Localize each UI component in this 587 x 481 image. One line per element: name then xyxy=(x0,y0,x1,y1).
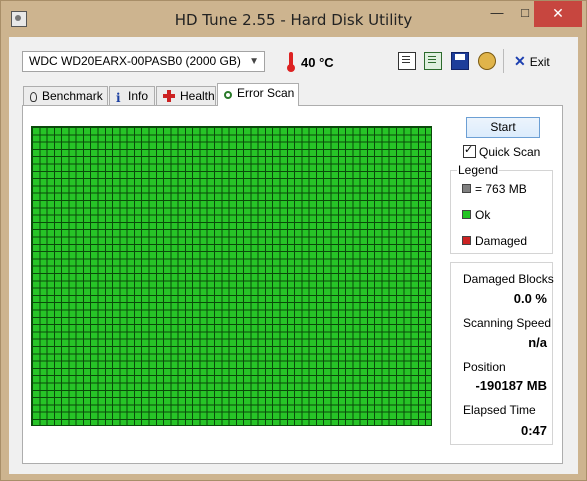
tab-error-scan-label: Error Scan xyxy=(237,86,295,100)
exit-icon: ✕ xyxy=(514,53,526,69)
exit-label: Exit xyxy=(529,55,550,69)
scan-block-grid xyxy=(31,126,432,426)
damaged-blocks-value: 0.0 % xyxy=(513,291,547,306)
start-button[interactable]: Start xyxy=(466,117,540,138)
stats-group xyxy=(450,262,553,445)
legend-label: Ok xyxy=(475,208,491,222)
tab-benchmark[interactable]: Benchmark xyxy=(23,86,108,106)
damaged-blocks-label: Damaged Blocks xyxy=(463,272,554,286)
options-icon[interactable] xyxy=(478,52,496,70)
thermometer-icon xyxy=(287,52,295,72)
exit-button[interactable]: ✕ Exit xyxy=(514,53,550,71)
elapsed-time-value: 0:47 xyxy=(520,423,547,438)
drive-select[interactable]: WDC WD20EARX-00PASB0 (2000 GB) ▼ xyxy=(22,51,265,72)
legend-label: Damaged xyxy=(475,234,528,248)
title-bar[interactable]: HD Tune 2.55 - Hard Disk Utility — □ ✕ xyxy=(1,1,586,37)
tab-info-label: Info xyxy=(128,89,149,103)
tab-info[interactable]: i Info xyxy=(109,86,155,106)
legend-item-damaged: Damaged xyxy=(462,234,527,248)
close-button[interactable]: ✕ xyxy=(534,1,582,27)
legend-item-block-size: = 763 MB xyxy=(462,182,527,196)
health-cross-icon xyxy=(163,90,175,102)
tab-health-label: Health xyxy=(180,89,215,103)
elapsed-time-label: Elapsed Time xyxy=(463,403,536,417)
temperature-readout: 40 °C xyxy=(301,55,334,70)
copy-screenshot-icon[interactable] xyxy=(424,52,442,70)
tab-error-scan[interactable]: Error Scan xyxy=(217,83,299,106)
magnifier-icon xyxy=(224,91,232,99)
quick-scan-label: Quick Scan xyxy=(479,145,541,159)
scanning-speed-value: n/a xyxy=(528,335,547,350)
drive-select-value: WDC WD20EARX-00PASB0 (2000 GB) xyxy=(29,54,241,68)
tab-health[interactable]: Health xyxy=(156,86,216,106)
legend-label: = 763 MB xyxy=(475,182,527,196)
tab-benchmark-label: Benchmark xyxy=(42,89,103,103)
info-icon: i xyxy=(116,91,121,105)
toolbar-separator xyxy=(503,49,504,73)
gray-swatch-icon xyxy=(462,184,471,193)
position-label: Position xyxy=(463,360,506,374)
bulb-icon xyxy=(30,92,37,102)
legend-title: Legend xyxy=(457,163,500,177)
copy-text-icon[interactable] xyxy=(398,52,416,70)
checkbox-checked-icon[interactable] xyxy=(463,143,476,158)
quick-scan-checkbox[interactable]: Quick Scan xyxy=(463,143,541,159)
scanning-speed-label: Scanning Speed xyxy=(463,316,552,330)
chevron-down-icon: ▼ xyxy=(249,56,259,67)
red-swatch-icon xyxy=(462,236,471,245)
position-value: -190187 MB xyxy=(475,378,547,393)
green-swatch-icon xyxy=(462,210,471,219)
minimize-button[interactable]: — xyxy=(483,1,511,27)
save-icon[interactable] xyxy=(451,52,469,70)
legend-item-ok: Ok xyxy=(462,208,490,222)
